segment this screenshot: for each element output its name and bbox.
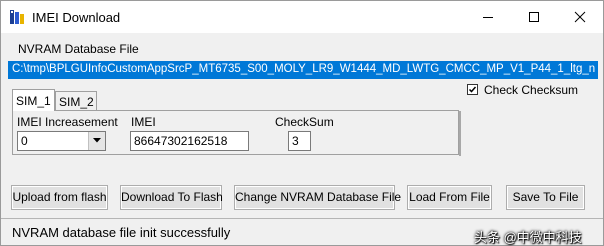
minimize-icon — [483, 17, 493, 18]
check-checksum-label[interactable]: Check Checksum — [484, 83, 578, 97]
checksum-input[interactable]: 3 — [288, 131, 311, 151]
change-nvram-database-file-button[interactable]: Change NVRAM Database File — [234, 185, 401, 210]
window-title: IMEI Download — [32, 10, 121, 25]
status-divider — [1, 218, 603, 219]
imei-input[interactable]: 86647302162518 — [130, 131, 249, 151]
maximize-button[interactable] — [511, 1, 557, 33]
nvram-path-field[interactable]: C:\tmp\BPLGUInfoCustomAppSrcP_MT6735_S00… — [8, 61, 598, 79]
imei-increasement-select[interactable]: 0 — [17, 131, 106, 151]
close-button[interactable] — [557, 1, 603, 33]
checkmark-icon — [468, 86, 477, 93]
save-to-file-button[interactable]: Save To File — [506, 185, 585, 210]
maximize-icon — [529, 12, 539, 22]
upload-from-flash-button[interactable]: Upload from flash — [11, 185, 108, 210]
tab-panel-edge — [459, 111, 461, 156]
imei-download-window: IMEI Download NVRAM Database File C:\tmp… — [0, 0, 604, 246]
close-icon — [574, 11, 586, 23]
watermark: 头条 @中微中科技 — [474, 230, 582, 245]
status-bar-text: NVRAM database file init successfully — [12, 225, 231, 240]
download-to-flash-button[interactable]: Download To Flash — [120, 185, 223, 210]
dropdown-arrow[interactable] — [88, 132, 105, 150]
nvram-database-label: NVRAM Database File — [18, 42, 139, 56]
checksum-label: CheckSum — [275, 115, 334, 129]
load-from-file-button[interactable]: Load From File — [407, 185, 492, 210]
imei-increasement-value: 0 — [21, 134, 28, 148]
chevron-down-icon — [93, 138, 101, 143]
tab-sim-2[interactable]: SIM_2 — [55, 91, 97, 110]
imei-label: IMEI — [131, 115, 156, 129]
imei-increasement-label: IMEI Increasement — [17, 115, 118, 129]
tab-sim-1[interactable]: SIM_1 — [12, 89, 55, 111]
sim-chip-icon — [9, 9, 25, 25]
minimize-button[interactable] — [465, 1, 511, 33]
title-bar[interactable]: IMEI Download — [1, 1, 603, 33]
check-checksum-checkbox[interactable] — [467, 84, 478, 95]
